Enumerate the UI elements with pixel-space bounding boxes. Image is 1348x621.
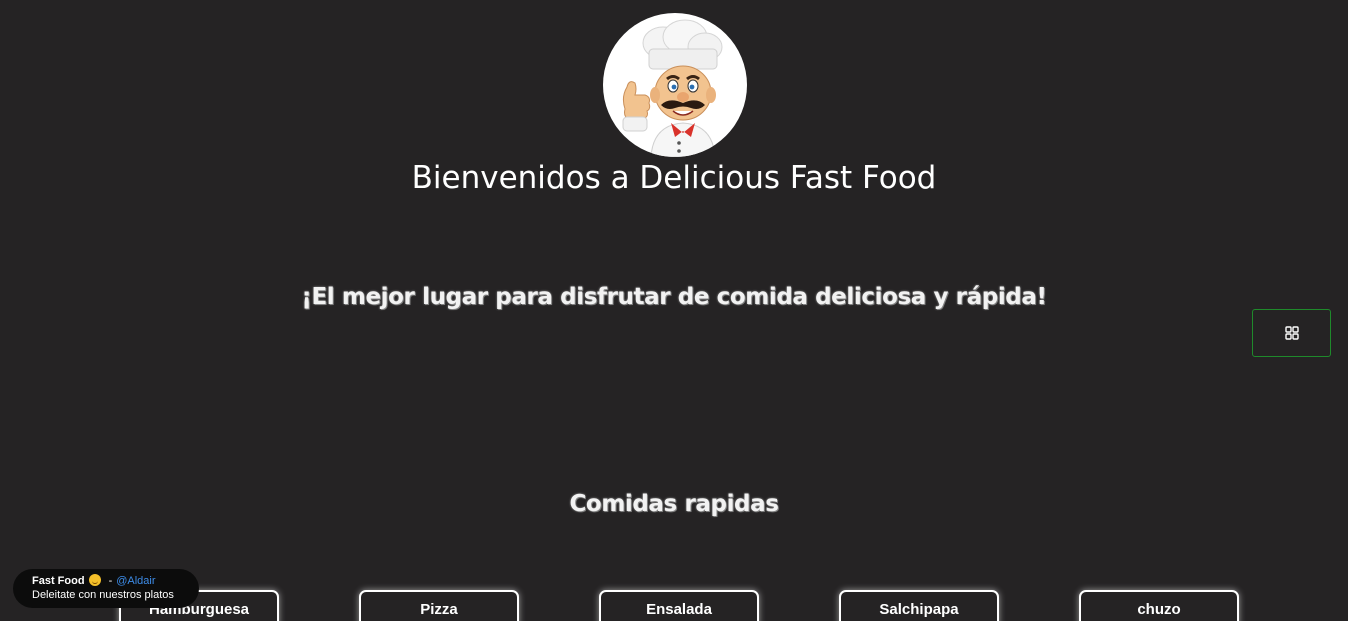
food-button-ensalada[interactable]: Ensalada <box>599 590 759 621</box>
toast-title: Fast Food <box>32 575 85 587</box>
tagline: ¡El mejor lugar para disfrutar de comida… <box>301 284 1047 310</box>
section-title: Comidas rapidas <box>569 491 779 517</box>
toast-separator: - <box>108 575 113 587</box>
food-button-pizza[interactable]: Pizza <box>359 590 519 621</box>
food-button-chuzo[interactable]: chuzo <box>1079 590 1239 621</box>
grid-icon <box>1284 326 1299 340</box>
food-button-salchipapa[interactable]: Salchipapa <box>839 590 999 621</box>
smiling-face-icon <box>88 574 101 586</box>
page: Bienvenidos a Delicious Fast Food ¡El me… <box>0 0 1348 621</box>
page-title: Bienvenidos a Delicious Fast Food <box>411 160 937 196</box>
menu-toggle-button[interactable] <box>1252 309 1331 357</box>
toast-handle-link[interactable]: @Aldair <box>116 575 155 587</box>
toast-header: Fast Food - @Aldair <box>32 574 199 588</box>
toast-message: Deleitate con nuestros platos <box>32 589 174 601</box>
toast-notification[interactable]: Fast Food - @Aldair Deleitate con nuestros… <box>13 569 199 608</box>
chef-mascot-icon <box>603 13 747 157</box>
